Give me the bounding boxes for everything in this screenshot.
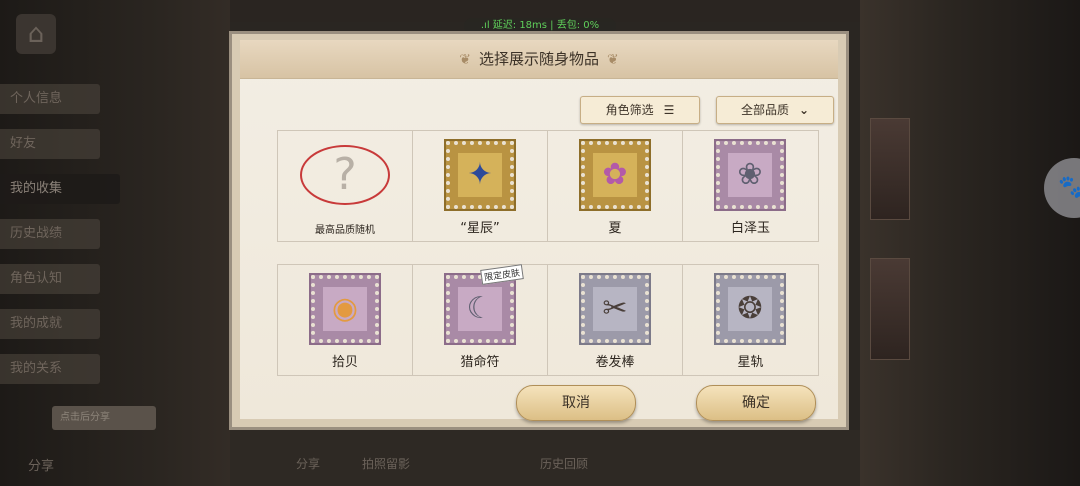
- item-stamp: ❀: [714, 139, 786, 211]
- question-mark-icon: ?: [300, 145, 390, 205]
- item-stamp: ❂: [714, 273, 786, 345]
- item-label: 最高品质随机: [315, 225, 375, 236]
- bottom-label: 拍照留影: [362, 457, 411, 471]
- sidebar-item-collection[interactable]: 我的收集: [0, 174, 120, 204]
- role-filter-label: 角色筛选: [605, 103, 654, 117]
- share-button[interactable]: 分享: [28, 455, 54, 474]
- talisman-icon: ☾: [458, 287, 502, 331]
- sidebar-item-friends[interactable]: 好友: [0, 129, 100, 159]
- select-item-dialog: ❦ 选择展示随身物品 ❦ 角色筛选 ☰ 全部品质 ⌄ ? 最高品质随机 ✦ “星辰” ✿…: [229, 31, 849, 430]
- background-thumbnail: [870, 118, 910, 220]
- ornament-icon: ❦: [607, 52, 619, 68]
- item-summer[interactable]: ✿ 夏: [548, 131, 683, 241]
- bottom-label: 历史回顾: [540, 457, 589, 471]
- item-label: 拾贝: [331, 355, 358, 370]
- list-icon: ☰: [663, 103, 675, 117]
- item-baize-jade[interactable]: ❀ 白泽玉: [683, 131, 818, 241]
- item-label: “星辰”: [460, 221, 500, 236]
- item-stamp: ✿: [579, 139, 651, 211]
- background-thumbnail: [870, 258, 910, 360]
- item-label: 卷发棒: [595, 355, 635, 370]
- item-star-orbit[interactable]: ❂ 星轨: [683, 265, 818, 375]
- sidebar-item-achievements[interactable]: 我的成就: [0, 309, 100, 339]
- item-stamp: ◉: [309, 273, 381, 345]
- background-right: [860, 0, 1080, 486]
- sidebar-item-roles[interactable]: 角色认知: [0, 264, 100, 294]
- item-random-best[interactable]: ? 最高品质随机: [278, 131, 413, 241]
- cancel-button[interactable]: 取消: [516, 385, 636, 421]
- sidebar-menu: 个人信息 好友 我的收集 历史战绩 角色认知 我的成就 我的关系: [0, 84, 130, 399]
- confirm-button[interactable]: 确定: [696, 385, 816, 421]
- dialog-header: ❦ 选择展示随身物品 ❦: [240, 40, 838, 79]
- item-label: 猎命符: [460, 355, 500, 370]
- item-stamp: ✦: [444, 139, 516, 211]
- share-tooltip: 点击后分享: [52, 406, 156, 430]
- flower-bottle-icon: ✿: [593, 153, 637, 197]
- jade-pendant-icon: ❀: [728, 153, 772, 197]
- item-grid-row: ? 最高品质随机 ✦ “星辰” ✿ 夏 ❀ 白泽玉: [277, 130, 819, 242]
- chevron-down-icon: ⌄: [798, 103, 810, 117]
- curling-iron-icon: ✂: [593, 287, 637, 331]
- sidebar-item-relations[interactable]: 我的关系: [0, 354, 100, 384]
- quality-filter-label: 全部品质: [740, 103, 789, 117]
- item-label: 夏: [608, 221, 622, 236]
- item-stamp: ☾: [444, 273, 516, 345]
- sidebar-item-profile[interactable]: 个人信息: [0, 84, 100, 114]
- limited-badge: 限定皮肤: [480, 264, 524, 285]
- dialog-body: ❦ 选择展示随身物品 ❦ 角色筛选 ☰ 全部品质 ⌄ ? 最高品质随机 ✦ “星辰” ✿…: [240, 40, 838, 421]
- item-label: 星轨: [737, 355, 764, 370]
- dialog-title: 选择展示随身物品: [478, 50, 599, 68]
- star-bottle-icon: ✦: [458, 153, 502, 197]
- pearl-shell-icon: ◉: [323, 287, 367, 331]
- quality-filter-dropdown[interactable]: 全部品质 ⌄: [716, 96, 834, 124]
- item-label: 白泽玉: [730, 221, 770, 236]
- home-icon[interactable]: ⌂: [16, 14, 56, 54]
- ornament-icon: ❦: [459, 52, 471, 68]
- star-orbit-icon: ❂: [728, 287, 772, 331]
- sidebar-item-history[interactable]: 历史战绩: [0, 219, 100, 249]
- item-grid-row: ◉ 拾贝 ☾ 限定皮肤 猎命符 ✂ 卷发棒 ❂ 星轨: [277, 264, 819, 376]
- bottom-label: 分享: [296, 457, 321, 471]
- item-curling-iron[interactable]: ✂ 卷发棒: [548, 265, 683, 375]
- item-stamp: ✂: [579, 273, 651, 345]
- role-filter-button[interactable]: 角色筛选 ☰: [580, 96, 700, 124]
- item-shell[interactable]: ◉ 拾贝: [278, 265, 413, 375]
- item-star[interactable]: ✦ “星辰”: [413, 131, 548, 241]
- item-talisman[interactable]: ☾ 限定皮肤 猎命符: [413, 264, 548, 375]
